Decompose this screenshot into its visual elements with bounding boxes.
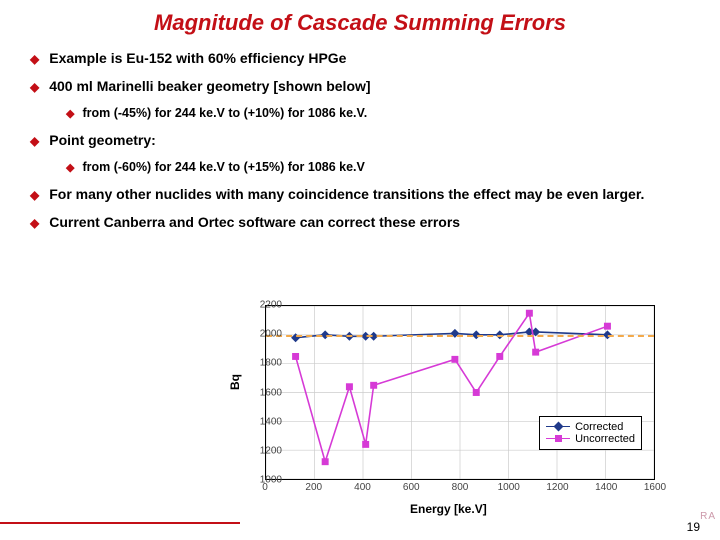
bullet-item: ◆ 400 ml Marinelli beaker geometry [shown… [30,78,690,96]
diamond-icon: ◆ [30,78,39,96]
bullet-text: Point geometry: [49,132,156,150]
bullet-item: ◆ Example is Eu-152 with 60% efficiency H… [30,50,690,68]
legend-row-corrected: Corrected [546,421,635,433]
sub-bullet-text: from (-60%) for 244 ke.V to (+15%) for 1… [82,160,364,176]
plot-area: Corrected Uncorrected [265,305,655,480]
sub-diamond-icon: ◆ [66,160,74,176]
bullet-item: ◆ Point geometry: [30,132,690,150]
bullet-text: 400 ml Marinelli beaker geometry [shown … [49,78,370,96]
diamond-icon: ◆ [30,186,39,204]
watermark: RA [700,511,716,522]
x-axis-label: Energy [ke.V] [410,502,487,516]
sub-bullet-item: ◆ from (-60%) for 244 ke.V to (+15%) for … [66,160,690,176]
bullet-text: Example is Eu-152 with 60% efficiency HP… [49,50,346,68]
legend-label: Uncorrected [575,433,635,445]
sub-bullet-text: from (-45%) for 244 ke.V to (+10%) for 1… [82,106,367,122]
bullet-list: ◆ Example is Eu-152 with 60% efficiency H… [0,50,720,232]
chart-legend: Corrected Uncorrected [539,416,642,450]
reference-line [266,335,654,337]
diamond-icon: ◆ [30,214,39,232]
legend-line-icon [546,421,570,433]
legend-line-icon [546,433,570,445]
legend-label: Corrected [575,421,623,433]
chart: Corrected Uncorrected Bq Energy [ke.V] 1… [210,300,680,520]
sub-diamond-icon: ◆ [66,106,74,122]
legend-row-uncorrected: Uncorrected [546,433,635,445]
bullet-item: ◆ For many other nuclides with many coinc… [30,186,690,204]
bullet-item: ◆ Current Canberra and Ortec software can… [30,214,690,232]
diamond-icon: ◆ [30,132,39,150]
page-number: 19 [687,520,700,534]
bullet-text: Current Canberra and Ortec software can … [49,214,460,232]
bullet-text: For many other nuclides with many coinci… [49,186,644,204]
y-axis-label: Bq [228,374,242,390]
diamond-icon: ◆ [30,50,39,68]
sub-bullet-item: ◆ from (-45%) for 244 ke.V to (+10%) for … [66,106,690,122]
footer-rule [0,522,240,524]
page-title: Magnitude of Cascade Summing Errors [0,0,720,50]
chart-svg [266,306,654,479]
